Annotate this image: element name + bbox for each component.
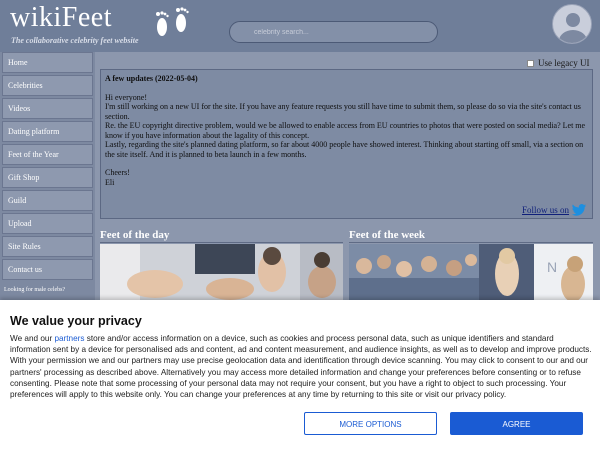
updates-paragraph: Lastly, regarding the site's planned dat…	[105, 140, 584, 159]
updates-signoff: Cheers!	[105, 168, 130, 177]
feet-of-the-week-title: Feet of the week	[349, 229, 426, 241]
follow-us-label: Follow us on	[522, 205, 570, 215]
nav-dating-platform[interactable]: Dating platform	[2, 121, 93, 142]
nav-feet-of-the-year[interactable]: Feet of the Year	[2, 144, 93, 165]
updates-paragraph: I'm still working on a new UI for the si…	[105, 102, 581, 121]
legacy-ui-toggle[interactable]: Use legacy UI	[527, 58, 589, 68]
more-options-button[interactable]: MORE OPTIONS	[304, 412, 437, 435]
nav-upload[interactable]: Upload	[2, 213, 93, 234]
nav-home[interactable]: Home	[2, 52, 93, 73]
nav-contact-us[interactable]: Contact us	[2, 259, 93, 280]
site-tagline: The collaborative celebrity feet website	[11, 36, 139, 45]
feet-of-the-day-photo[interactable]	[100, 244, 343, 300]
updates-title: A few updates (2022-05-04)	[105, 74, 198, 83]
updates-panel: A few updates (2022-05-04) Hi everyone! …	[100, 69, 593, 219]
nav-gift-shop[interactable]: Gift Shop	[2, 167, 93, 188]
divider	[349, 242, 593, 243]
nav-guild[interactable]: Guild	[2, 190, 93, 211]
partners-link[interactable]: partners	[54, 334, 84, 343]
follow-us-link[interactable]: Follow us on	[522, 204, 587, 216]
twitter-icon	[571, 204, 587, 216]
svg-text:N: N	[547, 259, 557, 275]
nav-videos[interactable]: Videos	[2, 98, 93, 119]
nav-site-rules[interactable]: Site Rules	[2, 236, 93, 257]
feet-photo-image	[100, 244, 343, 300]
feet-of-the-day-title: Feet of the day	[100, 229, 170, 241]
feet-photo-image: N	[349, 244, 593, 300]
agree-button[interactable]: AGREE	[450, 412, 583, 435]
site-logo[interactable]: wikiFeet	[10, 2, 112, 34]
male-celebs-link[interactable]: Looking for male celebs?	[4, 287, 65, 293]
feet-of-the-week-photo[interactable]: N	[349, 244, 593, 300]
privacy-body: We and our partners store and/or access …	[10, 333, 594, 400]
user-avatar[interactable]	[552, 4, 592, 44]
updates-greeting: Hi everyone!	[105, 92, 147, 102]
footprints-icon	[156, 7, 189, 36]
privacy-body-intro: We and our	[10, 334, 55, 343]
updates-paragraph: Re. the EU copyright directive problem, …	[105, 121, 586, 140]
legacy-ui-label: Use legacy UI	[538, 58, 590, 68]
user-icon	[559, 13, 587, 43]
celebrity-search-input[interactable]	[229, 21, 438, 43]
privacy-body-text: store and/or access information on a dev…	[10, 334, 592, 400]
legacy-ui-checkbox[interactable]	[527, 59, 534, 67]
updates-signature: Eli	[105, 177, 115, 187]
privacy-title: We value your privacy	[10, 314, 142, 328]
nav-celebrities[interactable]: Celebrities	[2, 75, 93, 96]
header: wikiFeet The collaborative celebrity fee…	[0, 0, 600, 52]
divider	[100, 242, 343, 243]
